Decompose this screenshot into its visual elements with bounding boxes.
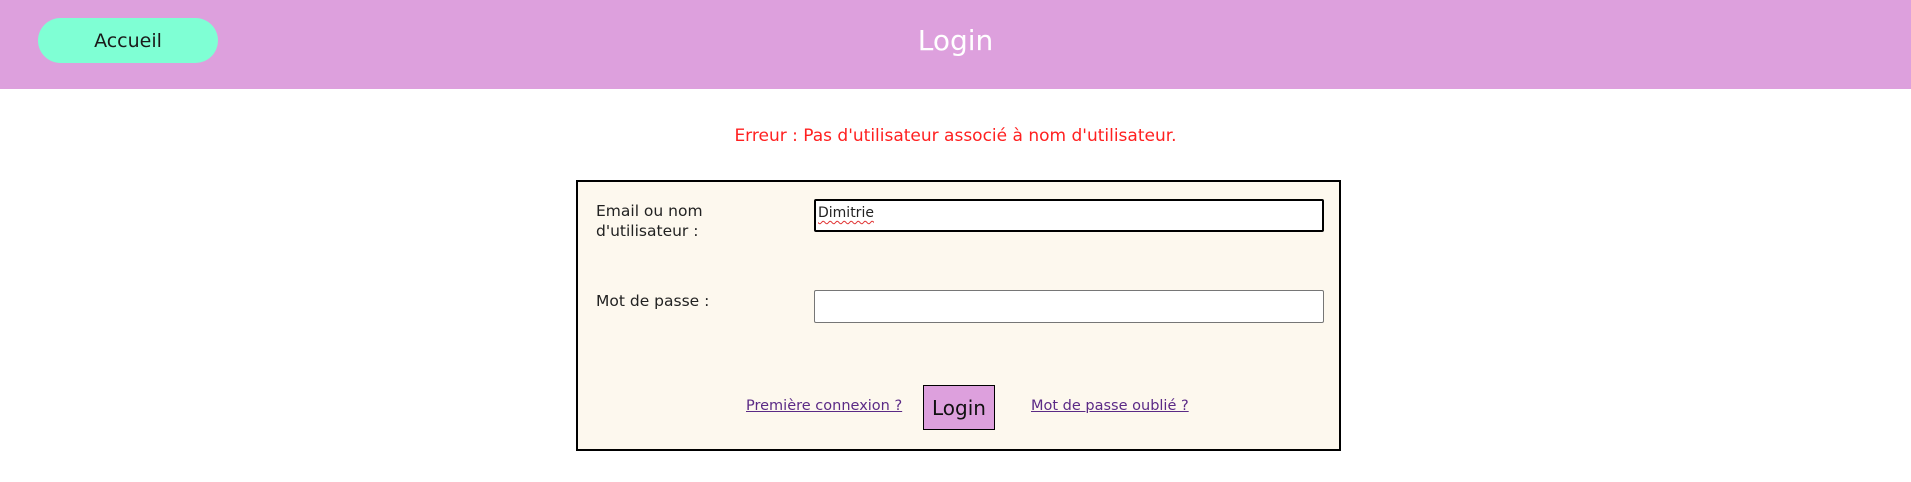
login-button[interactable]: Login bbox=[923, 385, 995, 430]
error-message: Erreur : Pas d'utilisateur associé à nom… bbox=[734, 126, 1177, 146]
page-title: Login bbox=[917, 24, 994, 57]
username-input[interactable]: Dimitrie bbox=[814, 199, 1324, 232]
forgot-password-link[interactable]: Mot de passe oublié ? bbox=[1031, 398, 1189, 414]
password-label: Mot de passe : bbox=[596, 292, 710, 310]
login-form: Email ou nom d'utilisateur : Dimitrie Mo… bbox=[576, 180, 1341, 451]
first-login-link[interactable]: Première connexion ? bbox=[746, 398, 902, 414]
username-value: Dimitrie bbox=[818, 205, 874, 221]
header-bar: Accueil Login bbox=[0, 0, 1911, 89]
username-label: Email ou nom d'utilisateur : bbox=[596, 202, 703, 240]
password-input[interactable] bbox=[814, 290, 1324, 323]
